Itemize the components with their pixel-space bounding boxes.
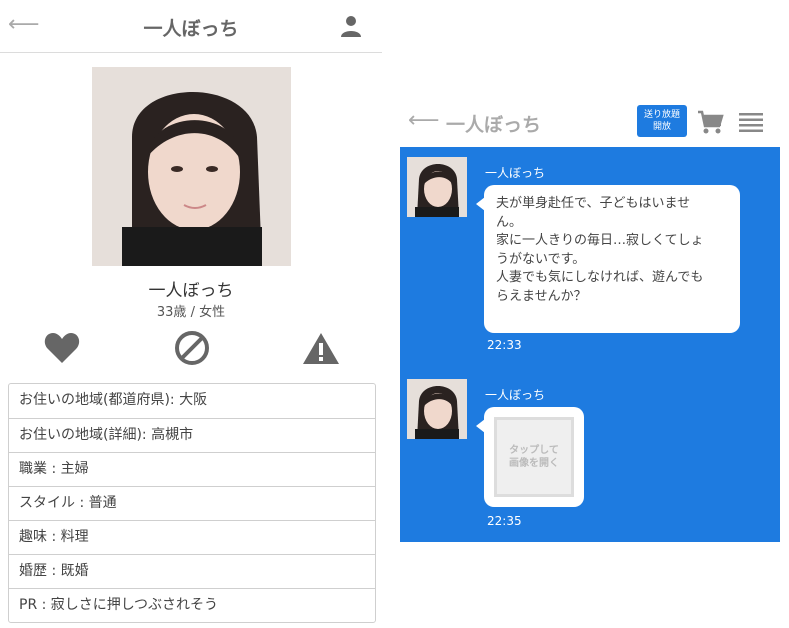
sender-name: 一人ぼっち <box>485 388 546 402</box>
info-row-prefecture: お住いの地域(都道府県): 大阪 <box>19 392 208 408</box>
separator: / <box>190 305 195 320</box>
chat-area[interactable]: 一人ぼっち 夫が単身赴任で、子どもはいませ ん。 家に一人きりの毎日…寂しくてし… <box>400 147 780 542</box>
profile-header: ⟵ 一人ぼっち <box>0 0 382 53</box>
info-row-pr: PR : 寂しさに押しつぶされそう <box>9 588 375 622</box>
profile-name: 一人ぼっち <box>148 281 234 301</box>
info-row-style: スタイル : 普通 <box>9 486 375 520</box>
badge-line1: 送り放題 <box>643 110 680 120</box>
badge-line2: 開放 <box>652 122 671 132</box>
message-time: 22:35 <box>487 514 522 528</box>
message-line: 家に一人きりの毎日…寂しくてしょ <box>496 233 704 248</box>
message-line: 夫が単身赴任で、子どもはいませ <box>496 196 691 211</box>
chat-title: 一人ぼっち <box>446 114 542 136</box>
profile-title: 一人ぼっち <box>143 18 239 40</box>
message-line: ん。 <box>496 214 523 230</box>
image-message-bubble[interactable]: タップして 画像を開く <box>476 407 584 507</box>
info-row-marital: 婚歴 : 既婚 <box>9 554 375 588</box>
sender-avatar[interactable] <box>407 379 467 439</box>
profile-age-gender: 33歳 / 女性 <box>0 301 382 320</box>
profile-age: 33歳 <box>156 305 187 320</box>
unlimited-send-badge[interactable]: 送り放題 開放 <box>637 105 687 137</box>
profile-screen: ⟵ 一人ぼっち 一人ぼっち 33歳 / 女性 お住いの地域(都道府県): 大阪 … <box>0 0 382 628</box>
message-bubble[interactable]: 夫が単身赴任で、子どもはいませ ん。 家に一人きりの毎日…寂しくてしょ うがない… <box>476 185 740 333</box>
chat-header: ⟵ 一人ぼっち 送り放題 開放 <box>400 100 780 144</box>
block-icon[interactable] <box>172 328 212 368</box>
image-label: タップして <box>509 445 559 456</box>
profile-gender: 女性 <box>199 305 226 320</box>
sender-name: 一人ぼっち <box>485 166 546 180</box>
menu-icon[interactable] <box>739 111 763 133</box>
message-text: 夫が単身赴任で、子どもはいませ ん。 家に一人きりの毎日…寂しくてしょ うがない… <box>484 185 740 316</box>
message-line: うがないです。 <box>496 251 586 267</box>
profile-photo <box>92 67 291 266</box>
image-placeholder[interactable]: タップして 画像を開く <box>494 417 574 497</box>
back-arrow-icon[interactable]: ⟵ <box>408 108 440 133</box>
user-icon[interactable] <box>339 14 363 38</box>
info-row-hobby: 趣味 : 料理 <box>9 520 375 554</box>
message-line: 人妻でも気にしなければ、遊んでも <box>496 270 704 285</box>
heart-icon[interactable] <box>42 328 82 368</box>
cart-icon[interactable] <box>696 108 724 136</box>
profile-info-list: お住いの地域(都道府県): 大阪 お住いの地域(詳細): 高槻市 職業 : 主婦… <box>8 383 376 623</box>
sender-avatar[interactable] <box>407 157 467 217</box>
info-row-city: お住いの地域(詳細): 高槻市 <box>9 418 375 452</box>
message-line: らえませんか？ <box>496 288 587 304</box>
image-label: 画像を開く <box>509 458 559 469</box>
message-time: 22:33 <box>487 338 522 352</box>
chat-screen: ⟵ 一人ぼっち 送り放題 開放 一人ぼっち 夫が単身赴任で、子どもはいませ ん。… <box>400 100 780 542</box>
warning-icon[interactable] <box>301 328 341 368</box>
info-row-occupation: 職業 : 主婦 <box>9 452 375 486</box>
